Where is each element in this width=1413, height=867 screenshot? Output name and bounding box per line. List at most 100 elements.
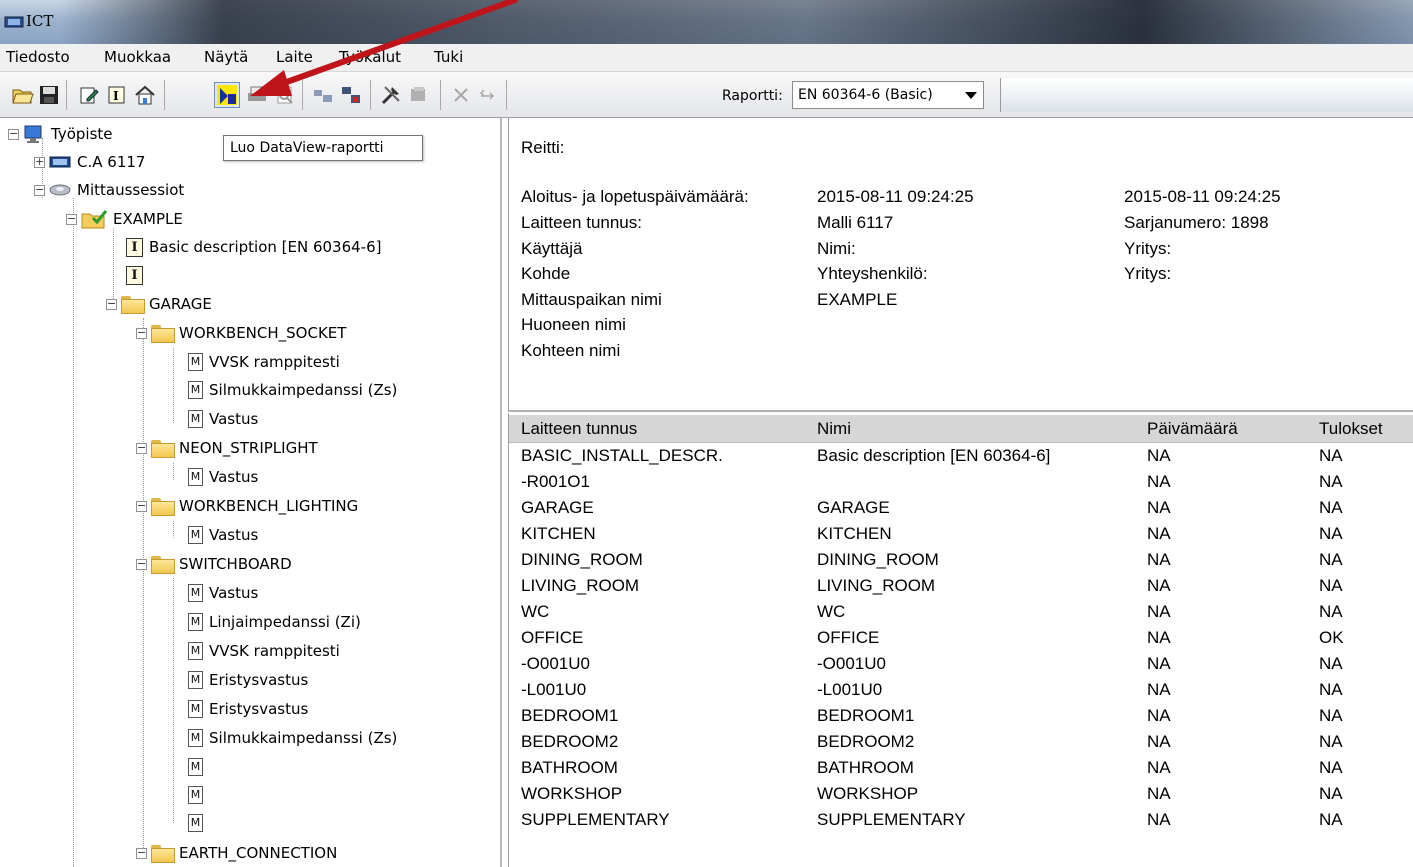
cell-result: NA: [1319, 446, 1343, 465]
cell-device-id: BEDROOM2: [521, 732, 619, 751]
measurement-icon: M: [188, 584, 203, 602]
tree-view[interactable]: − Työpiste + C.A 6117 − Mittaussessiot −…: [0, 118, 502, 867]
measurement-icon: M: [188, 353, 203, 371]
column-header-name[interactable]: Nimi: [817, 419, 851, 439]
tree-node-measurement[interactable]: M Vastus: [188, 523, 258, 547]
window-title: ICT: [26, 12, 54, 30]
tree-label: EXAMPLE: [113, 210, 183, 228]
collapse-icon[interactable]: −: [136, 500, 147, 512]
collapse-icon[interactable]: −: [136, 558, 147, 570]
cell-date: NA: [1147, 602, 1171, 621]
tree-node-info-item[interactable]: I: [126, 263, 149, 287]
expand-icon[interactable]: +: [34, 156, 45, 168]
folder-icon: [151, 498, 175, 516]
measurement-icon: M: [188, 468, 203, 486]
user-name: Nimi:: [817, 239, 856, 258]
collapse-icon[interactable]: −: [66, 213, 77, 225]
collapse-icon[interactable]: −: [136, 442, 147, 454]
target-label: Kohde: [521, 264, 571, 283]
tree-node-measurement[interactable]: M VVSK ramppitesti: [188, 639, 340, 663]
open-icon[interactable]: [10, 82, 36, 108]
table-row[interactable]: -R001O1 NA NA: [509, 470, 1413, 496]
cell-name: BEDROOM2: [817, 732, 915, 751]
tree-node-sessions[interactable]: − Mittaussessiot: [34, 178, 184, 202]
tree-node-measurement[interactable]: M Eristysvastus: [188, 668, 308, 692]
tree-node-switchboard[interactable]: − SWITCHBOARD: [136, 552, 292, 576]
home-icon[interactable]: [132, 82, 158, 108]
cell-name: BEDROOM1: [817, 706, 915, 725]
report-select-value: EN 60364-6 (Basic): [798, 87, 933, 103]
tree-label: VVSK ramppitesti: [209, 353, 340, 371]
tree-node-measurement[interactable]: M Vastus: [188, 465, 258, 489]
save-icon[interactable]: [36, 82, 62, 108]
column-header-device-id[interactable]: Laitteen tunnus: [521, 419, 637, 439]
report-label: Raportti:: [722, 88, 783, 104]
tree-node-neon-striplight[interactable]: − NEON_STRIPLIGHT: [136, 436, 318, 460]
tree-node-measurement[interactable]: M: [188, 811, 209, 835]
table-row[interactable]: KITCHEN KITCHEN NA NA: [509, 522, 1413, 548]
cell-device-id: WC: [521, 602, 550, 621]
tree-node-measurement[interactable]: M Silmukkaimpedanssi (Zs): [188, 378, 397, 402]
tree-node-workbench-socket[interactable]: − WORKBENCH_SOCKET: [136, 321, 346, 345]
cell-date: NA: [1147, 784, 1171, 803]
table-row[interactable]: BASIC_INSTALL_DESCR. Basic description [E…: [509, 444, 1413, 470]
collapse-icon[interactable]: −: [8, 128, 19, 140]
cell-device-id: SUPPLEMENTARY: [521, 810, 670, 829]
menu-tiedosto[interactable]: Tiedosto: [6, 48, 70, 66]
edit-icon[interactable]: [76, 82, 102, 108]
table-row[interactable]: GARAGE GARAGE NA NA: [509, 496, 1413, 522]
tree-node-example[interactable]: − EXAMPLE: [66, 207, 183, 231]
tree-node-workstation[interactable]: − Työpiste: [8, 122, 113, 146]
tree-label: Silmukkaimpedanssi (Zs): [209, 729, 398, 747]
tree-node-measurement[interactable]: M Vastus: [188, 581, 258, 605]
collapse-icon[interactable]: −: [136, 847, 147, 859]
tree-node-measurement[interactable]: M: [188, 783, 209, 807]
cell-date: NA: [1147, 576, 1171, 595]
table-row[interactable]: WORKSHOP WORKSHOP NA NA: [509, 782, 1413, 808]
table-row[interactable]: LIVING_ROOM LIVING_ROOM NA NA: [509, 574, 1413, 600]
dataview-report-button[interactable]: [214, 82, 240, 108]
measurement-icon: M: [188, 410, 203, 428]
tree-node-earth-connection[interactable]: − EARTH_CONNECTION: [136, 841, 337, 865]
table-row[interactable]: BEDROOM1 BEDROOM1 NA NA: [509, 704, 1413, 730]
tree-label: WORKBENCH_LIGHTING: [179, 497, 359, 515]
tree-node-device[interactable]: + C.A 6117: [34, 150, 145, 174]
tree-node-basic-description[interactable]: I Basic description [EN 60364-6]: [126, 235, 382, 259]
tree-label: Eristysvastus: [209, 700, 309, 718]
table-row[interactable]: -O001U0 -O001U0 NA NA: [509, 652, 1413, 678]
info-document-icon: I: [126, 237, 143, 257]
cell-device-id: -L001U0: [521, 680, 587, 699]
cell-device-id: BASIC_INSTALL_DESCR.: [521, 446, 723, 465]
table-row[interactable]: SUPPLEMENTARY SUPPLEMENTARY NA NA: [509, 808, 1413, 834]
menu-muokkaa[interactable]: Muokkaa: [104, 48, 171, 66]
table-row[interactable]: DINING_ROOM DINING_ROOM NA NA: [509, 548, 1413, 574]
cell-device-id: WORKSHOP: [521, 784, 623, 803]
tree-node-measurement[interactable]: M Vastus: [188, 407, 258, 431]
tree-node-measurement[interactable]: M Linjaimpedanssi (Zi): [188, 610, 361, 634]
measurement-icon: M: [188, 758, 203, 776]
collapse-icon[interactable]: −: [34, 184, 45, 196]
tree-node-workbench-lighting[interactable]: − WORKBENCH_LIGHTING: [136, 494, 358, 518]
table-row[interactable]: WC WC NA NA: [509, 600, 1413, 626]
cell-date: NA: [1147, 706, 1171, 725]
table-row[interactable]: -L001U0 -L001U0 NA NA: [509, 678, 1413, 704]
cell-date: NA: [1147, 524, 1171, 543]
info-document-icon[interactable]: I: [104, 82, 130, 108]
annotation-arrow-icon: [250, 0, 518, 96]
device-icon: [49, 154, 71, 170]
collapse-icon[interactable]: −: [136, 327, 147, 339]
collapse-icon[interactable]: −: [106, 298, 117, 310]
cell-device-id: BATHROOM: [521, 758, 618, 777]
table-row[interactable]: BEDROOM2 BEDROOM2 NA NA: [509, 730, 1413, 756]
report-select[interactable]: EN 60364-6 (Basic): [792, 81, 984, 109]
tree-node-measurement[interactable]: M: [188, 755, 209, 779]
column-header-results[interactable]: Tulokset: [1319, 419, 1383, 439]
tree-node-measurement[interactable]: M Silmukkaimpedanssi (Zs): [188, 726, 397, 750]
column-header-date[interactable]: Päivämäärä: [1147, 419, 1238, 439]
tree-node-garage[interactable]: − GARAGE: [106, 292, 212, 316]
table-row[interactable]: BATHROOM BATHROOM NA NA: [509, 756, 1413, 782]
tree-node-measurement[interactable]: M Eristysvastus: [188, 697, 308, 721]
tree-line: [173, 521, 174, 538]
table-row[interactable]: OFFICE OFFICE NA OK: [509, 626, 1413, 652]
tree-node-measurement[interactable]: M VVSK ramppitesti: [188, 350, 340, 374]
